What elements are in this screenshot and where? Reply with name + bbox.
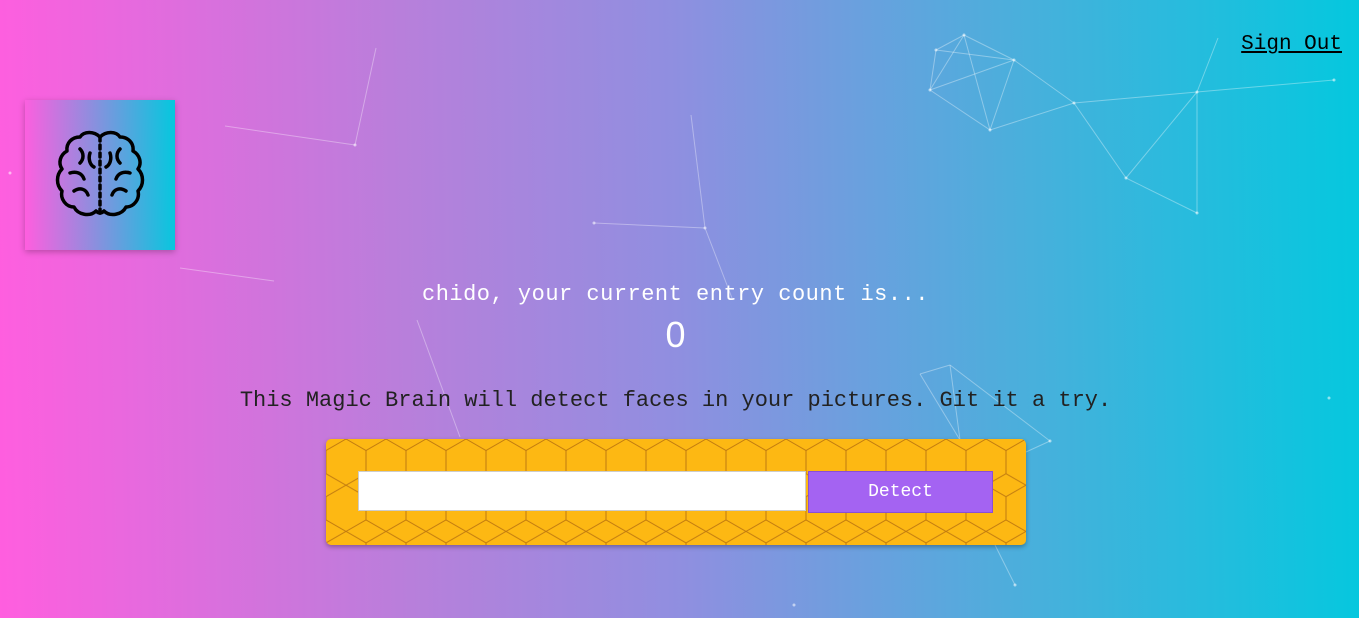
image-link-form: Detect — [326, 439, 1026, 545]
sign-out-link[interactable]: Sign Out — [1241, 33, 1342, 56]
detect-button[interactable]: Detect — [808, 471, 993, 513]
brain-icon — [55, 130, 145, 217]
entry-greeting: chido, your current entry count is... — [422, 282, 929, 307]
form-description: This Magic Brain will detect faces in yo… — [239, 388, 1112, 413]
entry-count: 0 — [665, 314, 686, 355]
logo — [25, 100, 175, 250]
image-url-input[interactable] — [358, 471, 806, 511]
